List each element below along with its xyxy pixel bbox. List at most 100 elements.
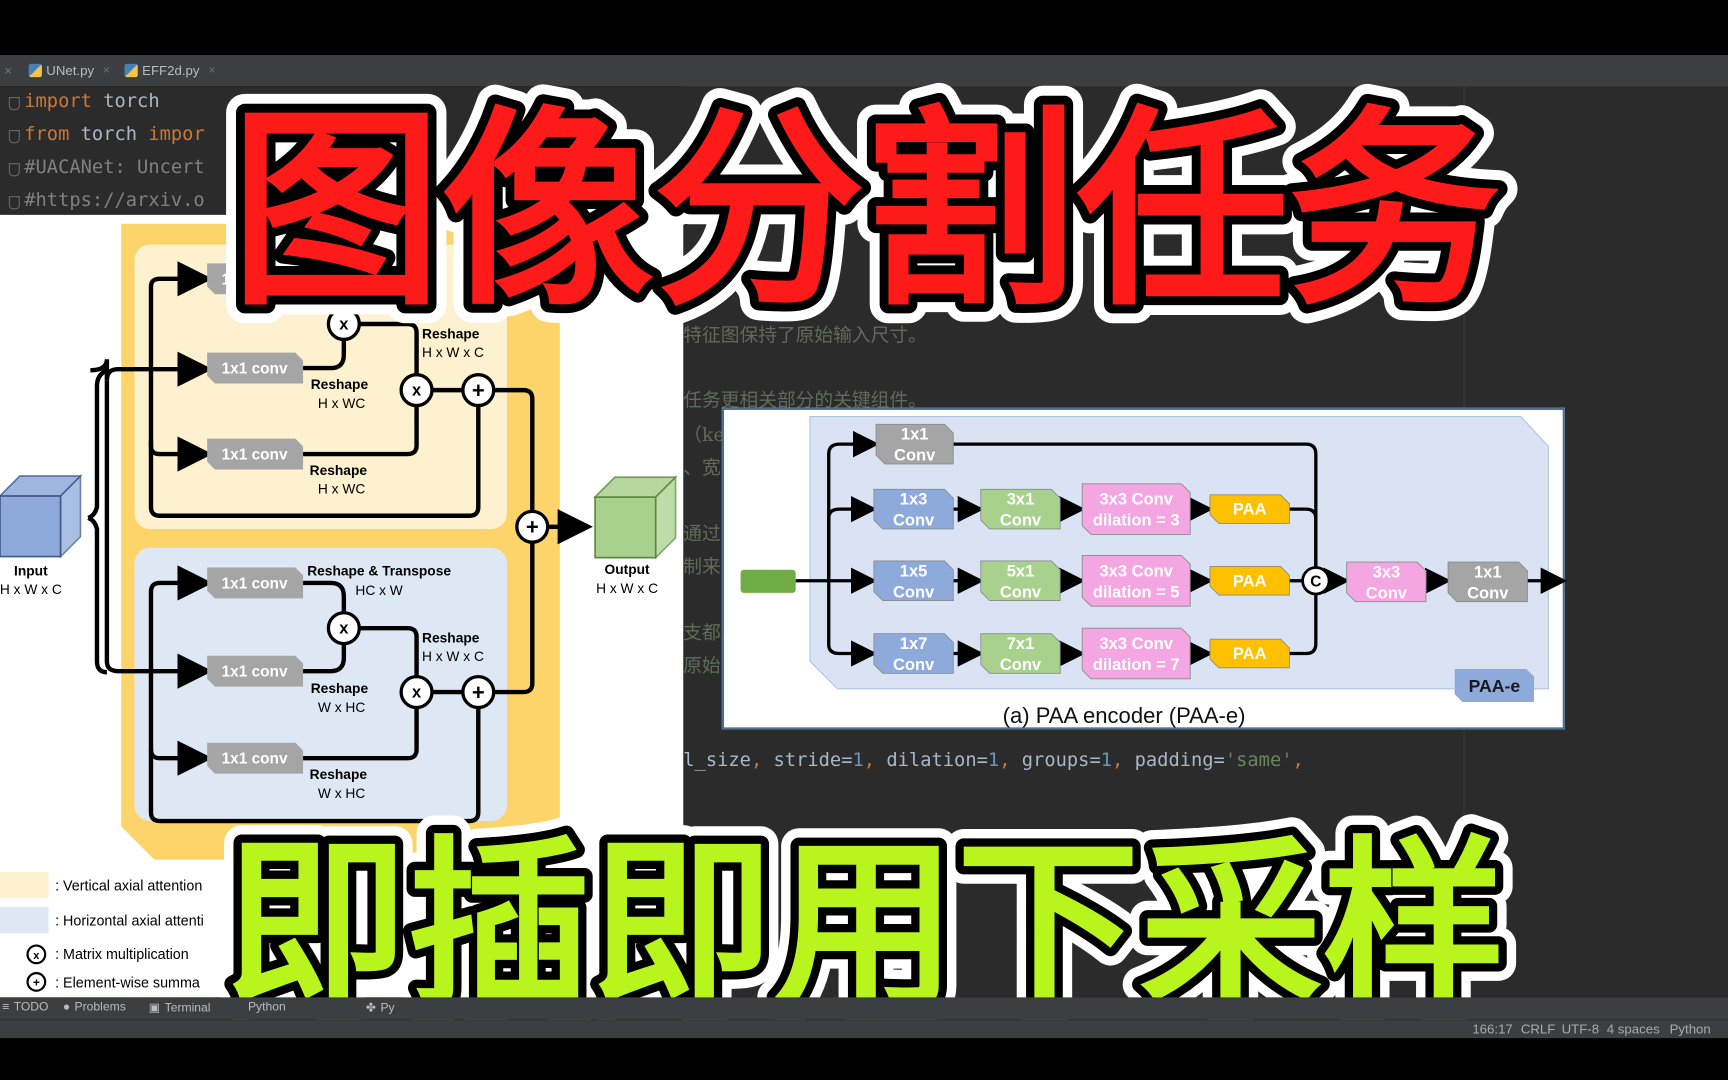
tool-window-python-console[interactable]: ✤ Py — [366, 1001, 395, 1015]
paa-block: PAA — [1209, 638, 1290, 669]
python-icon: ✤ — [365, 1001, 377, 1015]
tool-window-terminal[interactable]: ▣ Terminal — [149, 1001, 211, 1015]
paa-block: PAA — [1209, 566, 1290, 596]
operator-symbol: x — [339, 619, 349, 638]
screen: × UNet.py × EFF2d.py × import torch from t… — [0, 0, 1728, 1080]
tool-window-python[interactable]: Python — [248, 1001, 286, 1014]
matrix-multiply-node: x — [399, 674, 434, 710]
block-label: 3x3 Conv — [1099, 634, 1173, 653]
block-label: PAA — [1233, 644, 1267, 663]
block-label: Conv — [893, 582, 935, 601]
asym-conv-block: 5x1 Conv — [980, 560, 1061, 601]
output-label: Output — [605, 562, 651, 577]
paa-block: PAA — [1209, 494, 1290, 524]
paa-encoder-diagram: 1x1Conv1x3Conv3x1Conv3x3 Convdilation = … — [740, 416, 1568, 728]
reshape-dims: H x WC — [318, 482, 365, 497]
legend-label: : Matrix multiplication — [55, 947, 189, 963]
list-icon: ≡ — [2, 1000, 10, 1014]
asym-conv-block: 1x3 Conv — [873, 488, 954, 530]
block-label: 1x1 — [901, 425, 929, 444]
block-label: 1x5 — [900, 561, 928, 580]
block-label: 5x1 — [1007, 561, 1035, 580]
tool-window-label: Terminal — [164, 1001, 211, 1015]
reshape-dims: H x W x C — [422, 649, 484, 664]
reshape-dims: W x HC — [318, 700, 365, 715]
reshape-label: Reshape — [310, 767, 368, 782]
line-separator[interactable]: CRLF — [1521, 1022, 1556, 1037]
block-label: PAA — [1233, 571, 1267, 590]
asym-conv-block: 7x1 Conv — [980, 633, 1061, 674]
legend: x + : Vertical axial attention : Horizon… — [0, 871, 204, 992]
asym-conv-block: 1x7 Conv — [873, 633, 954, 674]
operator-symbol: x — [412, 381, 422, 400]
warning-icon: ● — [62, 1000, 71, 1014]
output-cube — [593, 475, 678, 560]
indent-setting[interactable]: 4 spaces — [1607, 1022, 1660, 1037]
tool-window-todo[interactable]: ≡ TODO — [2, 1001, 48, 1014]
reshape-label: Reshape — [310, 463, 368, 478]
matrix-multiply-node: x — [399, 373, 434, 408]
dilated-conv-block: 3x3 Conv dilation = 7 — [1081, 627, 1191, 680]
figure-caption: (a) PAA encoder (PAA-e) — [1003, 703, 1246, 728]
reshape-dims: H x W x C — [422, 345, 484, 360]
block-label: dilation = 3 — [1093, 511, 1180, 530]
reshape-label: Reshape — [311, 681, 369, 696]
reshape-transpose-label: Reshape & Transpose — [307, 563, 451, 578]
paa-e-tag-label: PAA-e — [1469, 676, 1521, 696]
block-label: 1x3 — [900, 490, 928, 509]
conv-3x3-block: 3x3 Conv — [1346, 561, 1427, 602]
block-label: dilation = 5 — [1093, 582, 1180, 601]
legend-label: : Vertical axial attention — [55, 878, 202, 894]
tool-window-problems[interactable]: ● Problems — [63, 1001, 126, 1014]
paa-input-block — [740, 569, 796, 593]
operator-symbol: + — [472, 680, 485, 705]
conv-label: 1x1 conv — [222, 575, 288, 592]
input-dims: H x W x C — [0, 582, 62, 597]
input-cube — [0, 474, 83, 559]
status-bar: 166:17 CRLF UTF-8 4 spaces Python 3.8 — [0, 1019, 1728, 1052]
tool-window-label: TODO — [13, 1000, 49, 1014]
block-label: Conv — [1000, 582, 1042, 601]
reshape-dims: W x HC — [318, 786, 365, 801]
diagram-overlay: 1x1 conv 1x1 conv 1x1 conv 1x1 conv 1x1 conv… — [0, 74, 1568, 1046]
operator-symbol: + — [472, 378, 485, 403]
asym-conv-block: 3x1 Conv — [980, 488, 1061, 530]
block-label: 1x7 — [900, 634, 928, 653]
block-label: Conv — [893, 655, 935, 674]
conv-label: 1x1 conv — [222, 751, 288, 768]
operator-symbol: x — [412, 683, 422, 702]
dilated-conv-block: 3x3 Conv dilation = 3 — [1081, 483, 1191, 535]
reshape-label: Reshape — [311, 377, 369, 392]
input-label: Input — [14, 563, 48, 578]
conv-label: 1x1 conv — [222, 447, 288, 464]
block-label: Conv — [1467, 583, 1509, 602]
legend-label: : Element-wise summa — [55, 975, 200, 991]
reshape-dims: HC x W — [355, 583, 402, 598]
tool-window-label: Problems — [74, 1000, 126, 1014]
caret-position[interactable]: 166:17 — [1472, 1022, 1512, 1037]
conv-label: 1x1 conv — [222, 361, 288, 378]
output-dims: H x W x C — [596, 581, 658, 596]
bottom-black-bar — [0, 1038, 1728, 1080]
conv-1x1-block: 1x1 conv — [207, 438, 304, 470]
conv-1x1-block: 1x1 conv — [207, 742, 304, 774]
block-label: 3x3 Conv — [1099, 561, 1173, 580]
block-label: Conv — [1000, 511, 1042, 530]
conv-1x1-block: 1x1 Conv — [1447, 561, 1528, 602]
reshape-label: Reshape — [422, 630, 480, 645]
conv-1x1-block: 1x1 conv — [207, 567, 304, 599]
terminal-icon: ▣ — [148, 1001, 161, 1015]
legend-swatch-horizontal — [0, 906, 49, 934]
conv-label: 1x1 conv — [222, 664, 288, 681]
legend-label: : Horizontal axial attenti — [55, 914, 204, 930]
plus-symbol: + — [33, 975, 40, 989]
element-sum-node: + — [461, 373, 496, 408]
conv-1x1-block: 1x1 Conv — [875, 423, 954, 465]
block-label: 1x1 — [1474, 562, 1502, 581]
file-encoding[interactable]: UTF-8 — [1562, 1022, 1599, 1037]
block-label: Conv — [893, 511, 935, 530]
concat-symbol: C — [1310, 573, 1321, 590]
block-label: PAA — [1233, 500, 1267, 519]
block-label: 3x3 Conv — [1099, 490, 1173, 509]
dilated-conv-block: 3x3 Conv dilation = 5 — [1081, 554, 1191, 607]
